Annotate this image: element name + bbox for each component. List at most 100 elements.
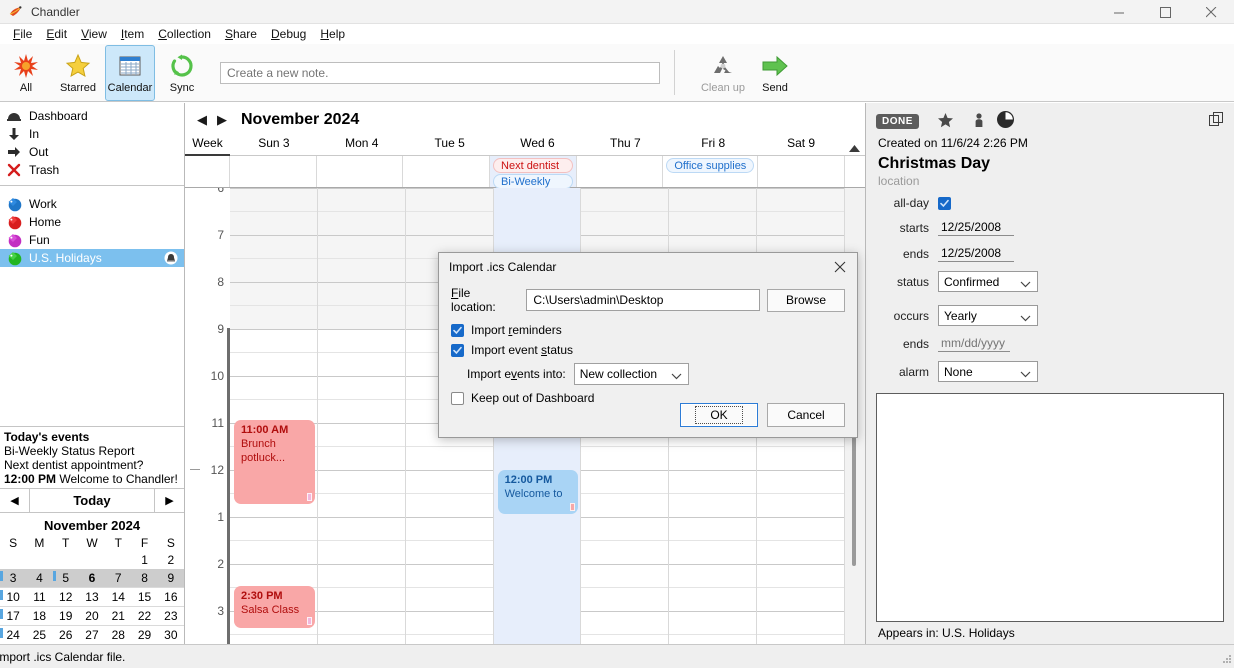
cancel-button[interactable]: Cancel (767, 403, 845, 427)
mini-cal-day[interactable]: 10 (0, 588, 26, 607)
mini-cal-day[interactable]: 14 (105, 588, 131, 607)
resize-grip-icon[interactable] (1220, 652, 1232, 667)
calendar-event[interactable]: 12:00 PM Welcome to (497, 470, 579, 514)
todays-event-row[interactable]: Next dentist appointment? (4, 458, 180, 472)
mini-cal-day[interactable]: 26 (53, 626, 79, 645)
new-note-input[interactable] (220, 62, 660, 84)
mini-cal-day[interactable]: 16 (158, 588, 184, 607)
day-header-mon[interactable]: Mon 4 (317, 136, 406, 156)
mini-cal-day[interactable]: 18 (26, 607, 52, 626)
mini-cal-day[interactable] (105, 551, 131, 569)
sidebar-item-out[interactable]: Out (0, 143, 184, 161)
import-event-status-checkbox[interactable] (451, 343, 464, 357)
mini-cal-day[interactable]: 25 (26, 626, 52, 645)
all-day-col-wed[interactable]: Next dentist Bi-Weekly (490, 156, 577, 189)
mini-cal-day[interactable] (26, 551, 52, 569)
toolbar-button-all[interactable]: All (1, 45, 51, 101)
mini-cal-day[interactable]: 13 (79, 588, 105, 607)
menu-debug[interactable]: Debug (264, 25, 313, 43)
prev-arrow-icon[interactable]: ◀ (195, 112, 209, 128)
mini-cal-day[interactable]: 30 (158, 626, 184, 645)
import-reminders-checkbox[interactable] (451, 323, 464, 337)
mini-cal-day[interactable]: 23 (158, 607, 184, 626)
mini-cal-day[interactable]: 28 (105, 626, 131, 645)
mini-cal-day[interactable]: 3 (0, 569, 27, 588)
detach-window-icon[interactable] (1209, 112, 1224, 130)
mini-cal-day[interactable]: 15 (131, 588, 157, 607)
mini-cal-day[interactable]: 8 (131, 569, 158, 588)
mini-cal-day[interactable] (53, 551, 79, 569)
mini-cal-day[interactable]: 22 (131, 607, 157, 626)
all-day-col-sun[interactable] (230, 156, 317, 187)
all-day-col-tue[interactable] (403, 156, 491, 187)
toolbar-button-sync[interactable]: Sync (157, 45, 207, 101)
day-header-fri[interactable]: Fri 8 (669, 136, 758, 156)
status-select[interactable]: Confirmed (938, 271, 1038, 292)
next-arrow-icon[interactable]: ▶ (154, 489, 184, 512)
person-icon[interactable] (972, 112, 986, 131)
mini-cal-day[interactable]: 20 (79, 607, 105, 626)
mini-cal-day-today[interactable]: 6 (78, 569, 106, 588)
toolbar-button-calendar[interactable]: Calendar (105, 44, 155, 101)
day-header-tue[interactable]: Tue 5 (405, 136, 494, 156)
menu-edit[interactable]: Edit (39, 25, 74, 43)
menu-view[interactable]: View (74, 25, 114, 43)
toolbar-button-cleanup[interactable]: Clean up (698, 45, 748, 101)
close-icon[interactable] (827, 256, 853, 278)
mini-cal-day[interactable]: 7 (105, 569, 132, 588)
sidebar-item-work[interactable]: Work (0, 195, 184, 213)
mini-cal-day[interactable]: 12 (53, 588, 79, 607)
alarm-select[interactable]: None (938, 361, 1038, 382)
todays-event-row[interactable]: Bi-Weekly Status Report (4, 444, 180, 458)
ends-input[interactable] (938, 245, 1014, 262)
sidebar-item-in[interactable]: In (0, 125, 184, 143)
day-column-mon[interactable] (318, 188, 406, 644)
detail-location-placeholder[interactable]: location (878, 174, 1224, 188)
day-column-sun[interactable]: 11:00 AM Brunch potluck... 2:30 PM Salsa… (230, 188, 318, 644)
star-icon[interactable] (937, 112, 954, 131)
all-day-event[interactable]: Office supplies (666, 158, 755, 173)
all-day-col-sat[interactable] (758, 156, 845, 187)
mini-cal-day[interactable]: 4 (26, 569, 53, 588)
dialog-import-reminders-row[interactable]: Import reminders (451, 323, 845, 337)
sidebar-item-trash[interactable]: Trash (0, 161, 184, 179)
calendar-event[interactable]: 11:00 AM Brunch potluck... (234, 420, 315, 504)
day-header-wed[interactable]: Wed 6 (493, 136, 582, 156)
mini-cal-day[interactable]: 29 (131, 626, 157, 645)
week-toggle[interactable]: Week (185, 136, 230, 156)
maximize-icon[interactable] (1142, 0, 1188, 24)
mini-cal-day[interactable]: 2 (158, 551, 184, 569)
day-header-sun[interactable]: Sun 3 (230, 136, 318, 156)
day-header-thu[interactable]: Thu 7 (581, 136, 670, 156)
mini-cal-day[interactable] (0, 551, 26, 569)
mini-cal-day[interactable]: 21 (105, 607, 131, 626)
detail-event-title[interactable]: Christmas Day (878, 155, 1224, 173)
mini-cal-day[interactable]: 24 (0, 626, 26, 645)
menu-collection[interactable]: Collection (151, 25, 218, 43)
mini-cal-day[interactable]: 5 (52, 569, 79, 588)
occurs-select[interactable]: Yearly (938, 305, 1038, 326)
close-icon[interactable] (1188, 0, 1234, 24)
mini-cal-day[interactable]: 11 (26, 588, 52, 607)
mini-cal-day[interactable]: 1 (131, 551, 157, 569)
day-header-sat[interactable]: Sat 9 (757, 136, 846, 156)
scroll-up-icon[interactable] (849, 141, 861, 155)
sidebar-item-dashboard[interactable]: Dashboard (0, 107, 184, 125)
mini-cal-day[interactable]: 9 (157, 569, 184, 588)
mini-cal-day[interactable]: 19 (53, 607, 79, 626)
toolbar-button-send[interactable]: Send (750, 45, 800, 101)
recur-ends-input[interactable] (938, 335, 1010, 352)
sidebar-item-home[interactable]: Home (0, 213, 184, 231)
all-day-col-mon[interactable] (317, 156, 404, 187)
done-button[interactable]: DONE (876, 113, 919, 129)
import-into-select[interactable]: New collection (573, 363, 689, 385)
starts-input[interactable] (938, 219, 1014, 236)
menu-help[interactable]: Help (313, 25, 352, 43)
today-button[interactable]: Today (30, 489, 154, 512)
notes-textarea[interactable] (876, 393, 1224, 622)
all-day-event[interactable]: Bi-Weekly (493, 174, 573, 189)
sidebar-item-fun[interactable]: Fun (0, 231, 184, 249)
all-day-col-thu[interactable] (577, 156, 664, 187)
keep-out-dashboard-checkbox[interactable] (451, 391, 464, 405)
ok-button[interactable]: OK (680, 403, 758, 427)
